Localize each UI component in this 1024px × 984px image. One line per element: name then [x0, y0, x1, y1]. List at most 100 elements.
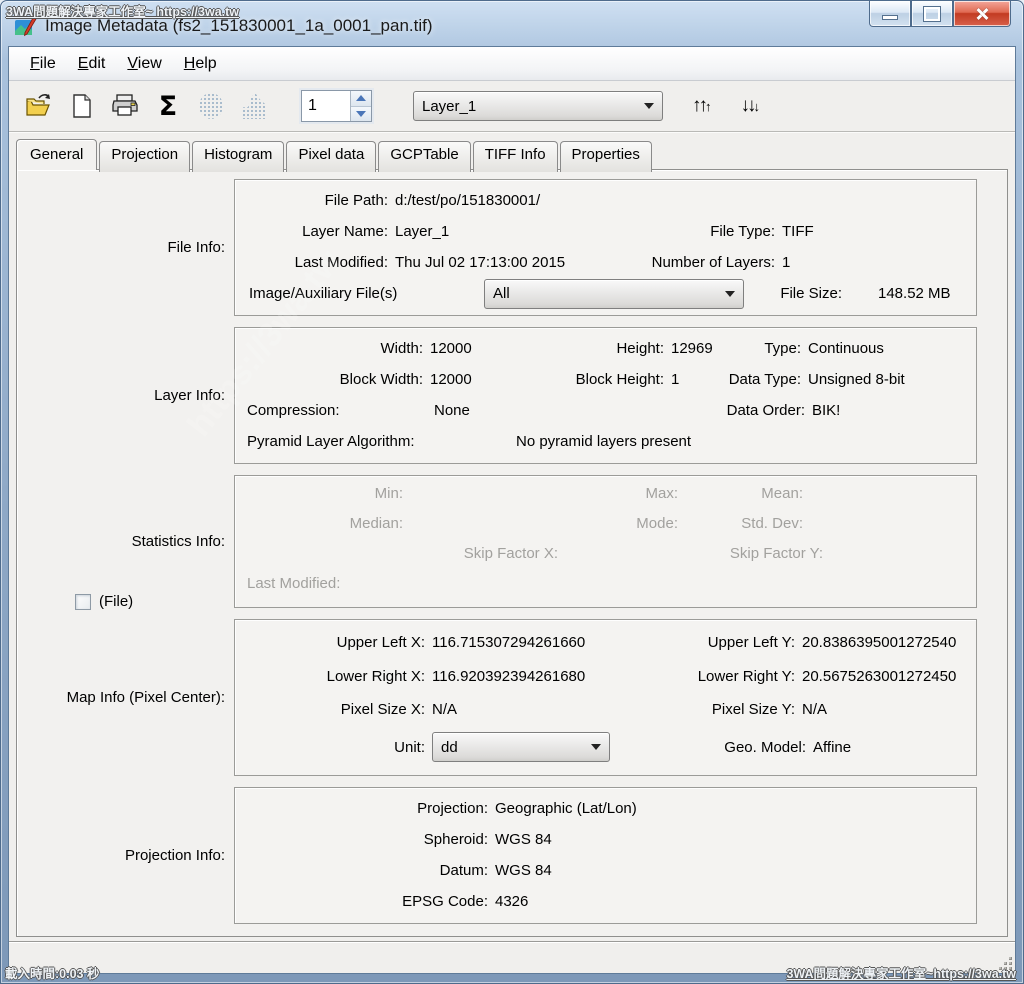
lower-right-y-value: 20.5675263001272450 — [795, 668, 956, 685]
file-path-value: d:/test/po/151830001/ — [388, 192, 635, 209]
lower-right-x-value: 116.920392394261680 — [425, 668, 670, 685]
height-value: 12969 — [664, 340, 746, 357]
title-bar[interactable]: Image Metadata (fs2_151830001_1a_0001_pa… — [1, 1, 1023, 46]
layer-select[interactable]: Layer_1 — [413, 91, 663, 121]
print-button[interactable] — [111, 92, 139, 120]
spinner-down-button[interactable] — [351, 106, 371, 122]
projection-label: Projection: — [243, 800, 488, 817]
status-bar — [9, 941, 1015, 973]
window-frame: Image Metadata (fs2_151830001_1a_0001_pa… — [0, 0, 1024, 984]
chevron-down-icon — [644, 103, 654, 109]
aux-files-select-value: All — [493, 285, 510, 302]
move-layer-up-button[interactable]: ↑↑↑ — [692, 95, 712, 117]
move-layer-down-button[interactable]: ↓↓↓ — [741, 95, 761, 117]
tab-projection[interactable]: Projection — [99, 141, 190, 172]
tab-general[interactable]: General — [16, 139, 97, 170]
chevron-down-icon — [591, 744, 601, 750]
data-order-label: Data Order: — [750, 402, 805, 419]
pyramid-layer-algorithm-value: No pyramid layers present — [431, 433, 691, 450]
toolbar: Σ 1 Layer_1 ↑↑↑ ↓↓↓ — [9, 81, 1015, 132]
last-modified-label: Last Modified: — [243, 254, 388, 271]
menu-view[interactable]: View — [116, 51, 172, 77]
width-value: 12000 — [423, 340, 535, 357]
last-modified-value: Thu Jul 02 17:13:00 2015 — [388, 254, 635, 271]
pixel-size-y-label: Pixel Size Y: — [670, 701, 795, 718]
statistics-info-section: Statistics Info: (File) Min: Max: Mean: … — [17, 475, 977, 608]
unit-label: Unit: — [243, 739, 425, 756]
mean-label: Mean: — [243, 485, 803, 502]
app-icon — [13, 14, 37, 38]
projection-info-label: Projection Info: — [125, 847, 225, 864]
upper-left-x-label: Upper Left X: — [243, 634, 425, 651]
file-statistics-checkbox-label: (File) — [99, 593, 133, 610]
statistics-info-groupbox: Min: Max: Mean: Median: Mode: Std. Dev: … — [234, 475, 977, 608]
pixel-size-y-value: N/A — [795, 701, 827, 718]
layer-name-value: Layer_1 — [388, 223, 635, 240]
unit-select-value: dd — [441, 739, 458, 756]
file-statistics-checkbox-row: (File) — [75, 593, 133, 610]
menu-edit[interactable]: Edit — [67, 51, 117, 77]
data-type-value: Unsigned 8-bit — [801, 371, 905, 388]
lower-right-y-label: Lower Right Y: — [670, 668, 795, 685]
unit-select[interactable]: dd — [432, 732, 610, 762]
menu-file[interactable]: File — [19, 51, 67, 77]
tab-pixel-data[interactable]: Pixel data — [286, 141, 376, 172]
file-size-value: 148.52 MB — [842, 285, 951, 302]
tab-tiff-info[interactable]: TIFF Info — [473, 141, 558, 172]
pixel-cloud-disabled-icon[interactable] — [197, 92, 225, 120]
file-size-label: File Size: — [758, 285, 842, 302]
up-arrow-small-icon: ↑ — [705, 99, 712, 114]
projection-value: Geographic (Lat/Lon) — [488, 800, 637, 817]
block-width-label: Block Width: — [243, 371, 423, 388]
block-height-label: Block Height: — [535, 371, 664, 388]
pixel-size-x-value: N/A — [425, 701, 670, 718]
datum-value: WGS 84 — [488, 862, 552, 879]
resize-grip-icon[interactable] — [999, 957, 1012, 970]
pixel-size-x-label: Pixel Size X: — [243, 701, 425, 718]
minimize-button[interactable] — [869, 1, 911, 27]
window-title: Image Metadata (fs2_151830001_1a_0001_pa… — [45, 16, 433, 36]
menu-help[interactable]: Help — [173, 51, 228, 77]
aux-files-label: Image/Auxiliary File(s) — [243, 285, 419, 302]
spinner-up-button[interactable] — [351, 91, 371, 106]
number-of-layers-label: Number of Layers: — [635, 254, 775, 271]
std-dev-label: Std. Dev: — [243, 515, 803, 532]
close-icon — [975, 7, 989, 21]
aux-files-select[interactable]: All — [484, 279, 744, 309]
tab-gcptable[interactable]: GCPTable — [378, 141, 470, 172]
spheroid-label: Spheroid: — [243, 831, 488, 848]
layer-name-label: Layer Name: — [243, 223, 388, 240]
histogram-disabled-icon[interactable] — [240, 92, 268, 120]
dotted-histogram-icon — [242, 93, 266, 119]
skip-factor-y-label: Skip Factor Y: — [243, 545, 823, 562]
band-spinner-value[interactable]: 1 — [302, 91, 350, 121]
down-triangle-icon — [356, 111, 366, 117]
down-arrows-icon: ↓↓ — [741, 95, 754, 116]
projection-info-groupbox: Projection: Geographic (Lat/Lon) Spheroi… — [234, 787, 977, 924]
statistics-sigma-button[interactable]: Σ — [154, 92, 182, 120]
layer-info-section: Layer Info: Width: 12000 Height: 12969 T… — [17, 327, 977, 464]
close-button[interactable] — [953, 1, 1011, 27]
open-file-button[interactable] — [25, 92, 53, 120]
number-of-layers-value: 1 — [775, 254, 790, 271]
spheroid-value: WGS 84 — [488, 831, 552, 848]
epsg-code-label: EPSG Code: — [243, 893, 488, 910]
new-document-button[interactable] — [68, 92, 96, 120]
map-info-label: Map Info (Pixel Center): — [67, 689, 225, 706]
height-label: Height: — [535, 340, 664, 357]
tab-properties[interactable]: Properties — [560, 141, 652, 172]
data-order-value: BIK! — [805, 402, 840, 419]
layer-select-value: Layer_1 — [422, 98, 476, 115]
compression-value: None — [427, 402, 539, 419]
file-path-label: File Path: — [243, 192, 388, 209]
general-tab-panel: File Info: File Path: d:/test/po/1518300… — [16, 169, 1008, 937]
file-statistics-checkbox[interactable] — [75, 594, 91, 610]
type-value: Continuous — [801, 340, 884, 357]
upper-left-y-value: 20.8386395001272540 — [795, 634, 956, 651]
compression-label: Compression: — [243, 402, 427, 419]
up-arrows-icon: ↑↑ — [692, 95, 705, 116]
maximize-button[interactable] — [911, 1, 953, 27]
band-spinner[interactable]: 1 — [301, 90, 372, 122]
file-type-value: TIFF — [775, 223, 814, 240]
tab-histogram[interactable]: Histogram — [192, 141, 284, 172]
